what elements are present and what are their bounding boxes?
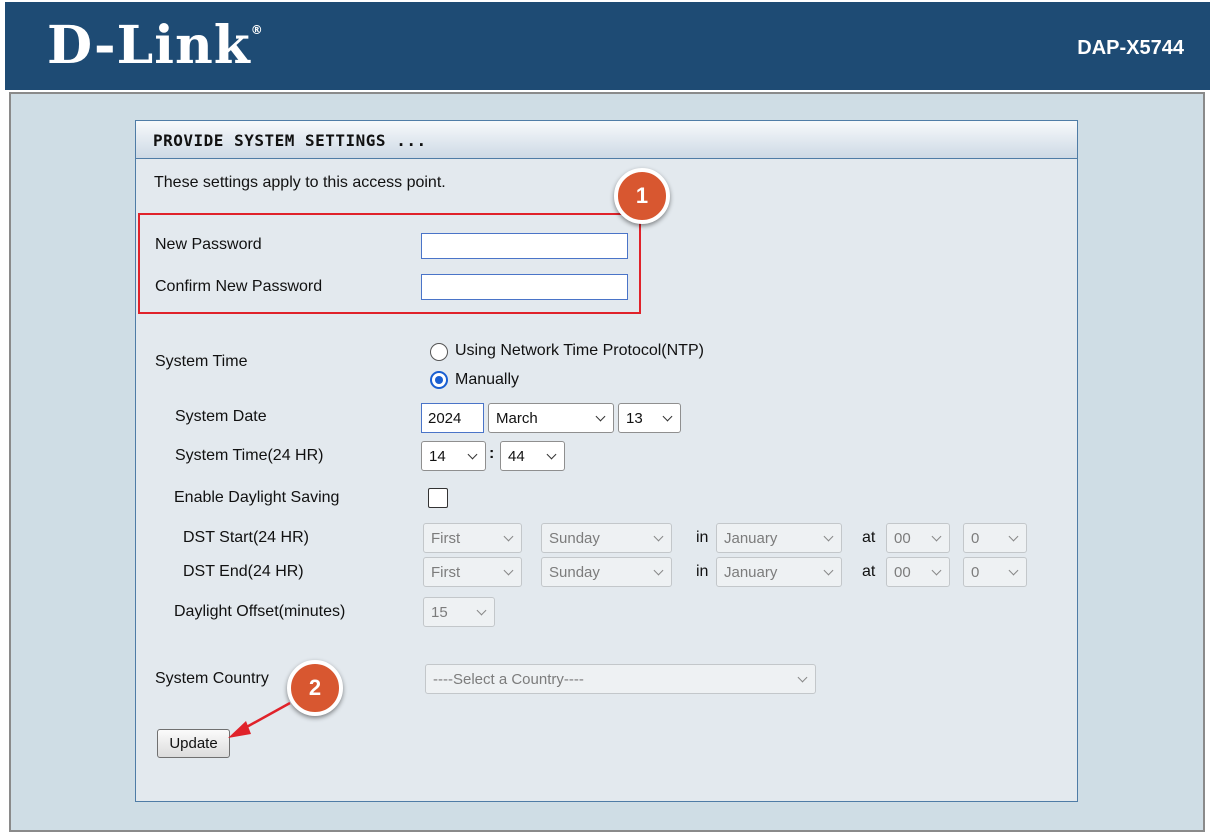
arrow-icon	[228, 701, 291, 738]
